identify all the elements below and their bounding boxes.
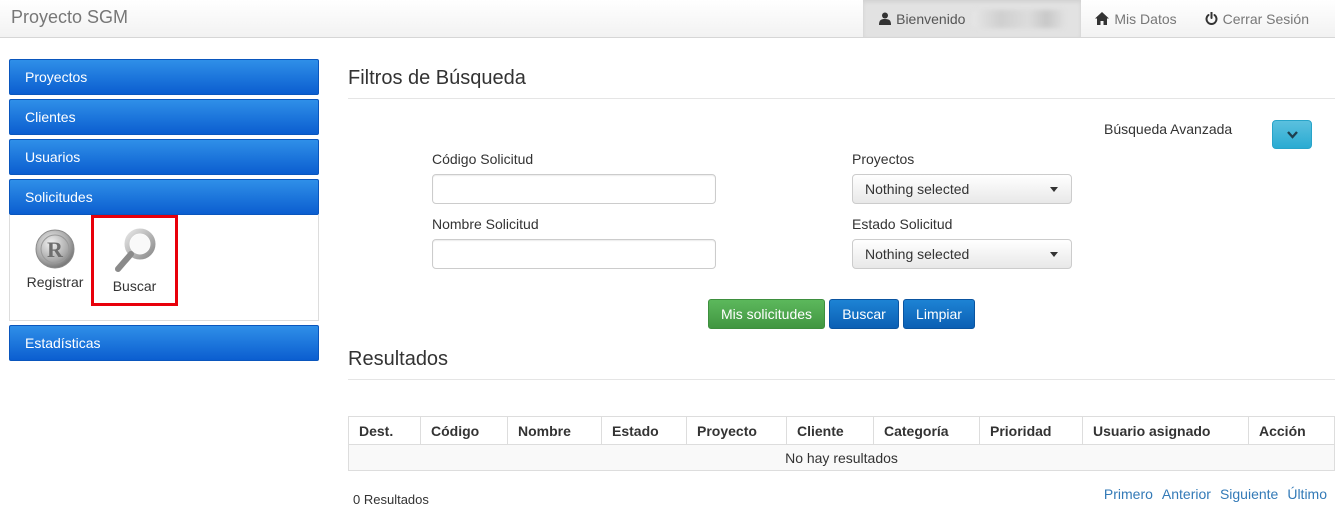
caret-down-icon	[1050, 252, 1058, 257]
empty-results-message: No hay resultados	[348, 444, 1335, 471]
search-button[interactable]: Buscar	[829, 299, 899, 329]
projects-select-value: Nothing selected	[865, 181, 970, 197]
column-header[interactable]: Nombre	[507, 416, 602, 445]
pager-next-link[interactable]: Siguiente	[1220, 486, 1278, 502]
register-label: Registrar	[26, 274, 84, 290]
status-select-value: Nothing selected	[865, 246, 970, 262]
results-table: Dest. Código Nombre Estado Proyecto Clie…	[348, 416, 1335, 471]
table-row: No hay resultados	[348, 444, 1335, 471]
my-requests-button[interactable]: Mis solicitudes	[708, 299, 825, 329]
power-icon	[1205, 12, 1218, 25]
column-header[interactable]: Acción	[1248, 416, 1335, 445]
results-count: 0 Resultados	[353, 492, 429, 507]
projects-label: Proyectos	[852, 151, 915, 167]
user-icon	[879, 12, 892, 25]
filters-title: Filtros de Búsqueda	[348, 67, 526, 89]
my-data-label: Mis Datos	[1114, 10, 1177, 27]
code-input[interactable]	[432, 174, 716, 204]
results-title: Resultados	[348, 348, 449, 370]
sidebar-item-clientes[interactable]: Clientes	[9, 99, 319, 135]
status-label: Estado Solicitud	[852, 216, 953, 232]
clear-button[interactable]: Limpiar	[903, 299, 975, 329]
sidebar-item-usuarios[interactable]: Usuarios	[9, 139, 319, 175]
sidebar-item-proyectos[interactable]: Proyectos	[9, 59, 319, 95]
caret-down-icon	[1050, 187, 1058, 192]
registered-icon: R	[35, 229, 75, 269]
chevron-down-icon	[1287, 131, 1298, 139]
logout-label: Cerrar Sesión	[1222, 10, 1309, 27]
home-icon	[1095, 12, 1110, 25]
name-label: Nombre Solicitud	[432, 216, 539, 232]
column-header[interactable]: Cliente	[786, 416, 874, 445]
advanced-search-label: Búsqueda Avanzada	[1104, 121, 1233, 137]
navbar-right: Bienvenido Mis Datos Cerrar Sesión	[863, 0, 1335, 37]
column-header[interactable]: Proyecto	[686, 416, 787, 445]
column-header[interactable]: Prioridad	[979, 416, 1083, 445]
sidebar-item-solicitudes[interactable]: Solicitudes	[9, 179, 319, 215]
register-request-button[interactable]: R Registrar	[24, 227, 86, 290]
column-header[interactable]: Dest.	[348, 416, 421, 445]
results-divider	[348, 379, 1335, 380]
pager-first-link[interactable]: Primero	[1104, 486, 1153, 502]
column-header[interactable]: Estado	[601, 416, 687, 445]
advanced-search-toggle[interactable]	[1272, 120, 1312, 149]
filters-divider	[348, 98, 1335, 99]
search-request-button[interactable]: Buscar	[91, 215, 178, 306]
column-header[interactable]: Usuario asignado	[1082, 416, 1249, 445]
projects-select[interactable]: Nothing selected	[852, 174, 1072, 204]
welcome-user-item[interactable]: Bienvenido	[863, 0, 1082, 37]
sidebar-menu: Proyectos Clientes Usuarios Solicitudes …	[9, 59, 319, 365]
code-label: Código Solicitud	[432, 151, 534, 167]
top-navbar: Proyecto SGM Bienvenido Mis Datos Cerrar…	[0, 0, 1335, 38]
name-input[interactable]	[432, 239, 716, 269]
status-select[interactable]: Nothing selected	[852, 239, 1072, 269]
pager-prev-link[interactable]: Anterior	[1162, 486, 1211, 502]
pagination: Primero Anterior Siguiente Último	[1104, 486, 1327, 502]
table-header-row: Dest. Código Nombre Estado Proyecto Clie…	[348, 416, 1335, 445]
logout-link[interactable]: Cerrar Sesión	[1191, 0, 1335, 37]
column-header[interactable]: Código	[420, 416, 508, 445]
redacted-username	[973, 9, 1066, 28]
sidebar-item-estadisticas[interactable]: Estadísticas	[9, 325, 319, 361]
search-label: Buscar	[112, 278, 157, 294]
my-data-link[interactable]: Mis Datos	[1081, 0, 1190, 37]
magnifier-icon	[114, 228, 155, 272]
solicitudes-submenu: R Registrar Buscar	[9, 215, 319, 321]
column-header[interactable]: Categoría	[873, 416, 980, 445]
pager-last-link[interactable]: Último	[1287, 486, 1327, 502]
welcome-label: Bienvenido	[896, 10, 966, 27]
brand-title[interactable]: Proyecto SGM	[11, 7, 128, 28]
svg-text:R: R	[47, 237, 64, 262]
